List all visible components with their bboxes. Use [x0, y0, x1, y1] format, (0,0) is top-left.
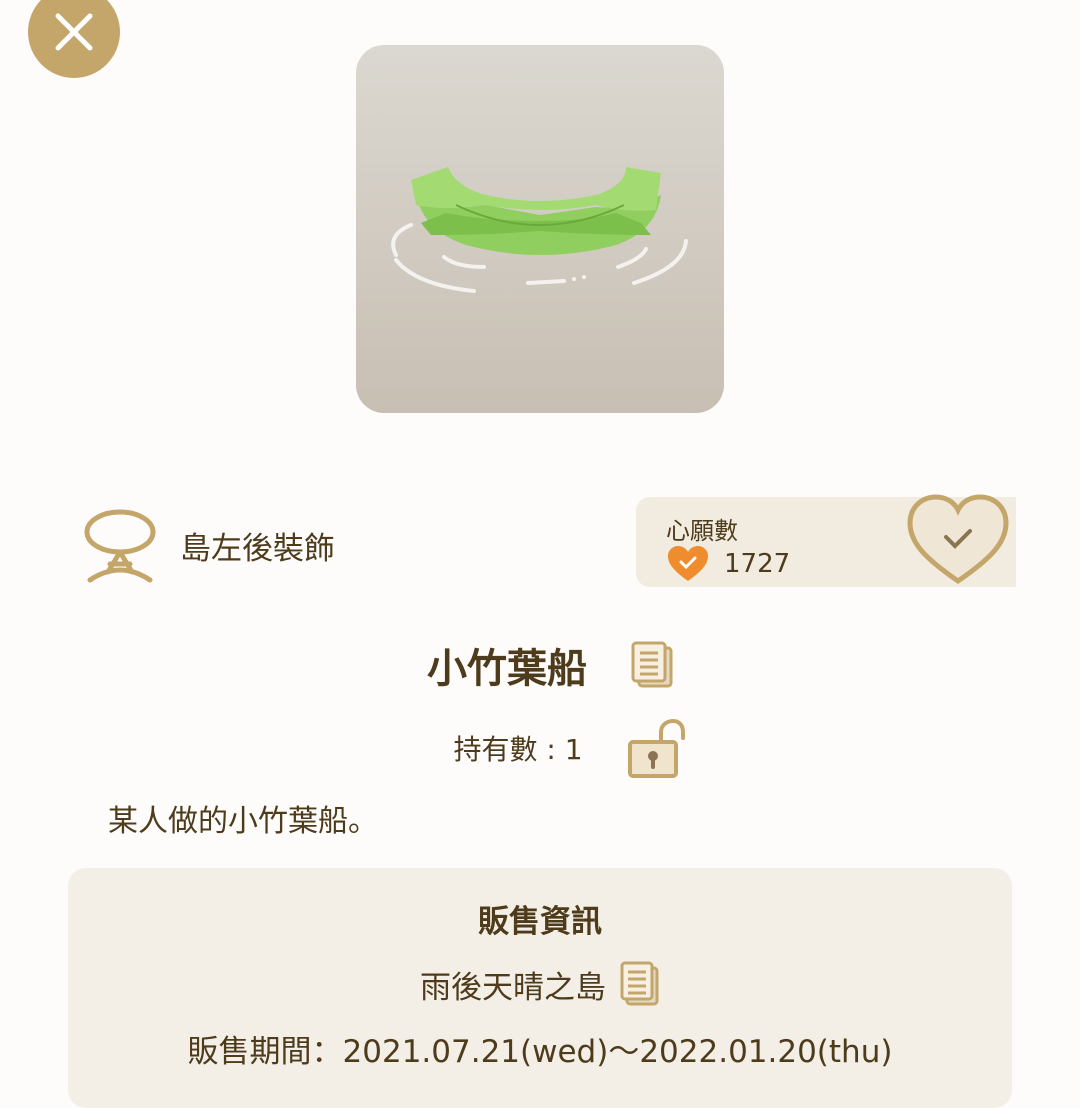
wish-count: 1727 [724, 549, 791, 579]
bamboo-leaf-boat-image [391, 167, 688, 293]
sale-location: 雨後天晴之島 [420, 969, 606, 1006]
location-copy-icon[interactable] [620, 961, 660, 1007]
close-icon [55, 13, 93, 51]
close-button[interactable] [28, 0, 120, 78]
unlocked-padlock-icon[interactable] [627, 718, 687, 778]
category-label: 島左後裝飾 [180, 530, 335, 567]
item-category: 島左後裝飾 [84, 505, 335, 585]
sale-period: 販售期間：2021.07.21(wed)～2022.01.20(thu) [187, 1034, 893, 1070]
item-description: 某人做的小竹葉船。 [108, 804, 378, 839]
wish-button[interactable] [906, 493, 1010, 589]
heart-check-button-icon [907, 494, 1009, 585]
copy-icon[interactable] [631, 641, 675, 689]
heart-check-icon [668, 546, 708, 581]
item-name: 小竹葉船 [427, 646, 587, 692]
item-name-row: 小竹葉船 [0, 630, 1080, 700]
sale-location-row: 雨後天晴之島 [68, 956, 1012, 1012]
sale-info-panel: 販售資訊 雨後天晴之島 販售期間：2021.07.21(wed)～2022.01… [68, 868, 1012, 1108]
island-decoration-icon [84, 509, 156, 583]
sale-title: 販售資訊 [478, 904, 602, 940]
item-image [356, 45, 724, 413]
wish-count-row: 1727 [666, 545, 790, 583]
owned-row: 持有數 : 1 [0, 715, 1080, 781]
wish-panel: 心願數 1727 [636, 494, 1016, 587]
owned-count: 持有數 : 1 [453, 733, 583, 766]
wish-title: 心願數 [666, 517, 738, 545]
